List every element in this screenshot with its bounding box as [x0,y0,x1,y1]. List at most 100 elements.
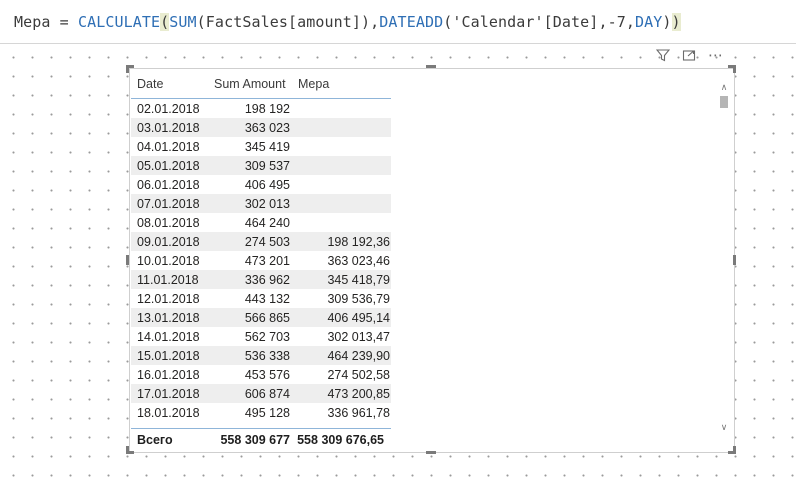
table-row[interactable]: 05.01.2018 309 537 [131,156,391,175]
column-header-mepa[interactable]: Mepa [290,77,390,91]
data-table: Date Sum Amount Mepa 02.01.2018 198 192 03… [131,70,391,422]
cell-mepa: 473 200,85 [327,386,390,401]
table-row[interactable]: 03.01.2018 363 023 [131,118,391,137]
table-row[interactable]: 17.01.2018 606 874 473 200,85 [131,384,391,403]
table-row[interactable]: 07.01.2018 302 013 [131,194,391,213]
column-header-date[interactable]: Date [131,77,210,91]
table-row[interactable]: 04.01.2018 345 419 [131,137,391,156]
focus-mode-icon[interactable] [682,48,696,65]
equals-sign: = [50,13,78,31]
table-row[interactable]: 09.01.2018 274 503 198 192,36 [131,232,391,251]
cell-date: 13.01.2018 [137,310,200,325]
cell-date: 07.01.2018 [137,196,200,211]
cell-mepa: 274 502,58 [327,367,390,382]
table-body[interactable]: 02.01.2018 198 192 03.01.2018 363 023 04.01.… [131,99,391,422]
scroll-thumb[interactable] [720,96,728,108]
cell-sum-amount: 464 240 [244,215,290,230]
cell-sum-amount: 473 201 [244,253,290,268]
table-row[interactable]: 15.01.2018 536 338 464 239,90 [131,346,391,365]
cell-sum-amount: 536 338 [244,348,290,363]
cell-sum-amount: 443 132 [244,291,290,306]
measure-name: Mepa [14,13,51,31]
table-row[interactable]: 10.01.2018 473 201 363 023,46 [131,251,391,270]
table-row[interactable]: 12.01.2018 443 132 309 536,79 [131,289,391,308]
cell-date: 10.01.2018 [137,253,200,268]
cell-date: 15.01.2018 [137,348,200,363]
resize-handle-bottom[interactable] [426,451,436,454]
fn-sum: SUM [169,13,197,31]
fn-calculate: CALCULATE [77,13,161,31]
cell-date: 11.01.2018 [137,272,199,287]
cell-mepa: 363 023,46 [327,253,390,268]
cell-sum-amount: 406 495 [244,177,290,192]
column-header-sum-amount[interactable]: Sum Amount [210,77,290,91]
cell-date: 06.01.2018 [137,177,200,192]
cell-date: 16.01.2018 [137,367,200,382]
cell-date: 17.01.2018 [137,386,200,401]
formula-part-3: ) [662,13,672,31]
fn-day: DAY [634,13,663,31]
table-header: Date Sum Amount Mepa [131,70,391,99]
resize-handle-top[interactable] [426,65,436,68]
cell-date: 05.01.2018 [137,158,200,173]
table-row[interactable]: 06.01.2018 406 495 [131,175,391,194]
cell-date: 12.01.2018 [137,291,200,306]
paren-open: ( [160,13,170,31]
formula-text[interactable]: Mepa = CALCULATE(SUM(FactSales[amount]),… [14,13,681,31]
cell-sum-amount: 566 865 [244,310,290,325]
total-row: Всего 558 309 677 558 309 676,65 [131,428,391,451]
cell-sum-amount: 336 962 [244,272,290,287]
fn-dateadd: DATEADD [379,13,444,31]
formula-bar[interactable]: Mepa = CALCULATE(SUM(FactSales[amount]),… [0,0,796,44]
cell-mepa: 198 192,36 [327,234,390,249]
paren-close: ) [671,13,681,31]
total-label: Всего [137,433,173,447]
cell-sum-amount: 363 023 [244,120,290,135]
table-row[interactable]: 08.01.2018 464 240 [131,213,391,232]
visual-header: ⋯ [655,48,723,65]
table-row[interactable]: 02.01.2018 198 192 [131,99,391,118]
cell-sum-amount: 309 537 [244,158,290,173]
formula-part-2: ('Calendar'[Date],-7, [443,13,635,31]
resize-handle-tr-v[interactable] [733,65,736,73]
filter-icon[interactable] [655,48,671,65]
cell-mepa: 336 961,78 [327,405,390,420]
cell-sum-amount: 606 874 [244,386,290,401]
table-row[interactable]: 16.01.2018 453 576 274 502,58 [131,365,391,384]
cell-mepa: 309 536,79 [327,291,390,306]
resize-handle-right[interactable] [733,255,736,265]
cell-mepa: 345 418,79 [327,272,390,287]
table-row[interactable]: 14.01.2018 562 703 302 013,47 [131,327,391,346]
resize-handle-tl-v[interactable] [126,65,129,73]
scroll-down-icon[interactable]: ∨ [719,422,729,433]
cell-mepa: 302 013,47 [327,329,390,344]
cell-date: 02.01.2018 [137,101,200,116]
cell-date: 18.01.2018 [137,405,200,420]
total-mepa: 558 309 676,65 [297,433,384,447]
resize-handle-br-v[interactable] [733,446,736,454]
cell-mepa: 464 239,90 [327,348,390,363]
resize-handle-left[interactable] [126,255,129,265]
cell-sum-amount: 302 013 [244,196,290,211]
cell-date: 08.01.2018 [137,215,200,230]
cell-date: 03.01.2018 [137,120,200,135]
formula-part-1: (FactSales[amount]), [196,13,380,31]
more-options-icon[interactable]: ⋯ [708,48,723,63]
cell-sum-amount: 345 419 [244,139,290,154]
cell-date: 04.01.2018 [137,139,200,154]
cell-sum-amount: 198 192 [244,101,290,116]
vertical-scrollbar[interactable]: ∧ ∨ [717,82,731,438]
scroll-up-icon[interactable]: ∧ [719,82,729,93]
cell-sum-amount: 274 503 [244,234,290,249]
table-row[interactable]: 13.01.2018 566 865 406 495,14 [131,308,391,327]
cell-date: 09.01.2018 [137,234,200,249]
table-row[interactable]: 11.01.2018 336 962 345 418,79 [131,270,391,289]
cell-sum-amount: 562 703 [244,329,290,344]
table-row[interactable]: 18.01.2018 495 128 336 961,78 [131,403,391,422]
cell-sum-amount: 495 128 [244,405,290,420]
cell-mepa: 406 495,14 [327,310,390,325]
total-amount: 558 309 677 [220,433,290,447]
cell-sum-amount: 453 576 [244,367,290,382]
cell-date: 14.01.2018 [137,329,200,344]
resize-handle-bl-v[interactable] [126,446,129,454]
